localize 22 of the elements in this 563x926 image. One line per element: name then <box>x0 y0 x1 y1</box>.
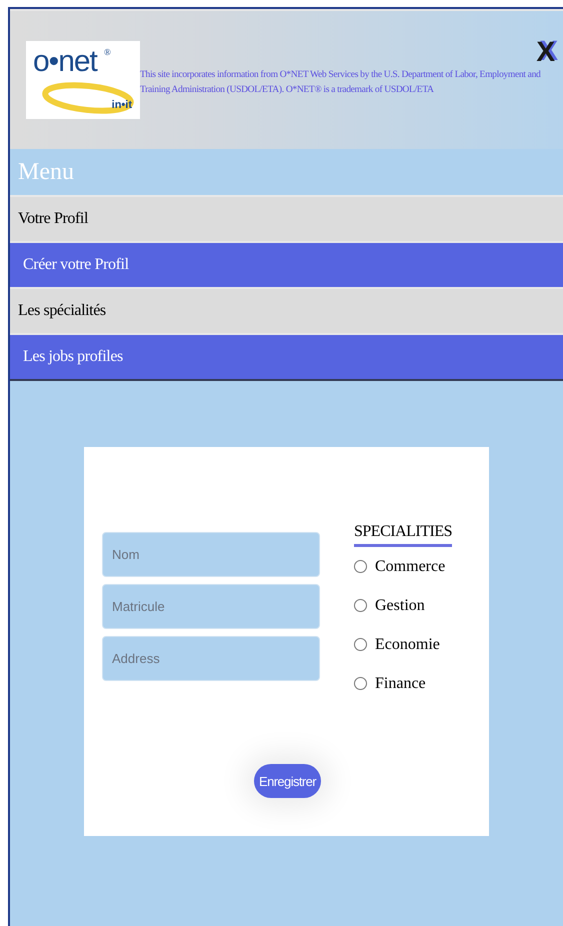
radio-label: Commerce <box>375 558 446 576</box>
radio-button[interactable] <box>354 677 367 690</box>
menu-item[interactable]: Les jobs profiles <box>10 333 563 379</box>
menu-item[interactable]: Votre Profil <box>10 195 563 241</box>
radio-button[interactable] <box>354 638 367 651</box>
swoosh-icon <box>42 81 134 115</box>
radio-button[interactable] <box>354 560 367 573</box>
close-button[interactable]: X <box>536 38 555 66</box>
input-field[interactable]: Matricule <box>102 584 320 629</box>
menu-item[interactable]: Créer votre Profil <box>10 241 563 287</box>
radio-label: Finance <box>375 674 426 692</box>
submit-button[interactable]: Enregistrer <box>254 764 321 798</box>
radio-label: Economie <box>375 636 440 654</box>
specialities-heading: SPECIALITIES <box>354 519 452 547</box>
attribution-notice: This site incorporates information from O*NET Web Services by the U.S. Department of Labor, Employment and Training Administration (USDOL/ETA). O*NET® is a trademark of USDOL/ETA <box>140 68 542 97</box>
menu-item[interactable]: Les spécialités <box>10 287 563 333</box>
input-field[interactable]: Address <box>102 636 320 681</box>
input-field[interactable]: Nom <box>102 532 320 577</box>
logo-text: o•net <box>33 45 97 79</box>
trademark-mark: ® <box>104 47 111 57</box>
radio-button[interactable] <box>354 599 367 612</box>
radio-label: Gestion <box>375 596 425 614</box>
